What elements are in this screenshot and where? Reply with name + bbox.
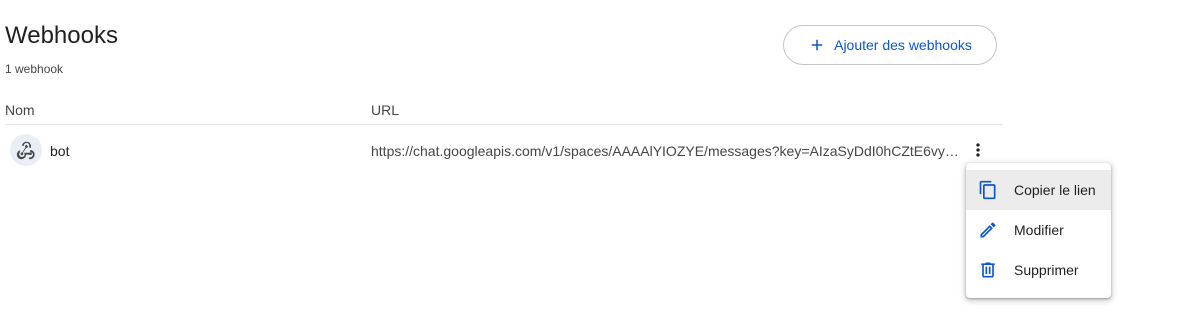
webhook-count: 1 webhook xyxy=(5,62,64,76)
column-header-url: URL xyxy=(371,102,400,118)
plus-icon xyxy=(808,36,826,54)
menu-item-copy-link[interactable]: Copier le lien xyxy=(966,170,1111,210)
add-webhooks-label: Ajouter des webhooks xyxy=(834,37,972,53)
edit-pencil-icon xyxy=(978,220,998,240)
webhook-context-menu: Copier le lien Modifier Supprimer xyxy=(966,163,1111,298)
menu-item-label: Modifier xyxy=(1014,222,1064,238)
page-title: Webhooks xyxy=(5,22,118,49)
header-divider xyxy=(5,124,1002,125)
menu-item-label: Supprimer xyxy=(1014,262,1079,278)
webhook-icon xyxy=(15,139,37,161)
more-options-button[interactable] xyxy=(966,138,990,162)
menu-item-edit[interactable]: Modifier xyxy=(966,210,1111,250)
menu-item-label: Copier le lien xyxy=(1014,182,1096,198)
copy-icon xyxy=(978,180,998,200)
add-webhooks-button[interactable]: Ajouter des webhooks xyxy=(783,25,997,65)
webhook-url: https://chat.googleapis.com/v1/spaces/AA… xyxy=(371,143,963,159)
webhook-name: bot xyxy=(50,143,70,159)
menu-item-delete[interactable]: Supprimer xyxy=(966,250,1111,290)
trash-icon xyxy=(978,260,998,280)
webhooks-page: Webhooks 1 webhook Ajouter des webhooks … xyxy=(0,0,1204,329)
webhook-avatar xyxy=(10,134,42,166)
more-vert-icon xyxy=(968,140,988,160)
column-header-name: Nom xyxy=(5,102,35,118)
